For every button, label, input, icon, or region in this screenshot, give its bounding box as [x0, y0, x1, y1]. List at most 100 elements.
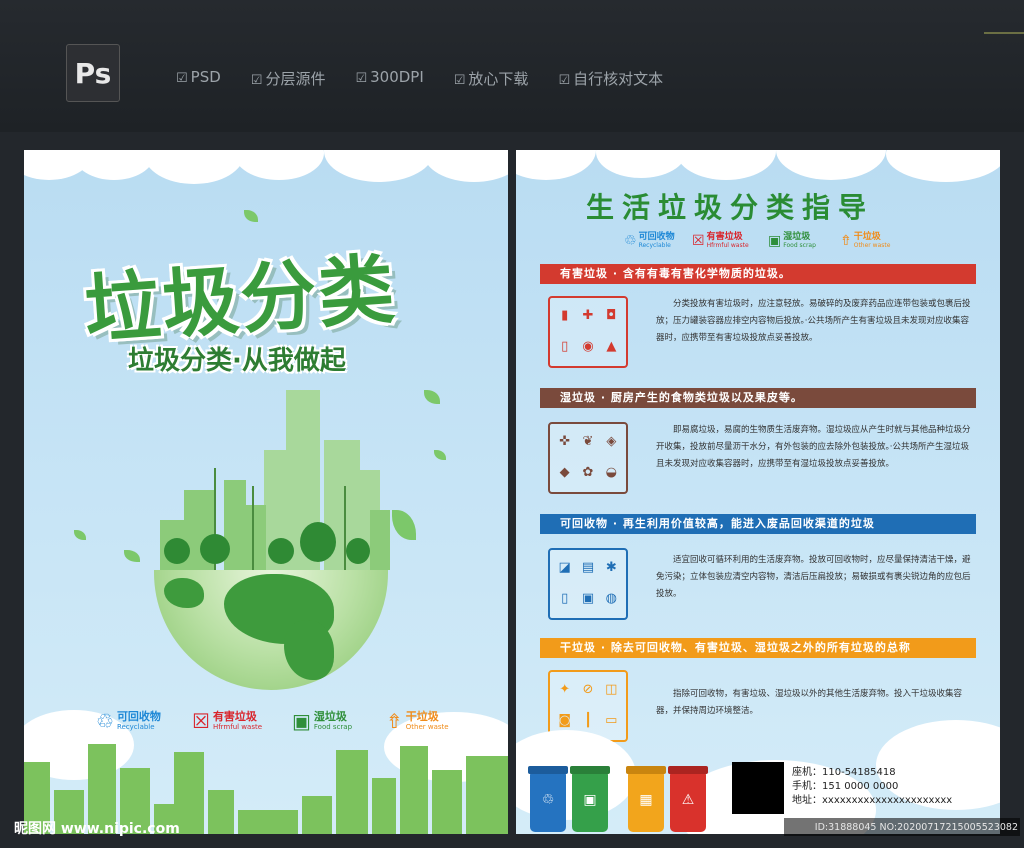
battery-icon: ▮: [561, 308, 569, 323]
recyclable-description: 适宜回收可循环利用的生活废弃物。投放可回收物时，应尽量保持清洁干燥，避免污染；立…: [656, 555, 971, 599]
wind-turbine-icon: [344, 486, 346, 570]
section-heading-dry: 干垃圾 · 除去可回收物、有害垃圾、湿垃圾之外的所有垃圾的总称: [540, 638, 976, 658]
wet-description: 即易腐垃圾，易腐的生物质生活废弃物。湿垃圾应从产生时就与其他品种垃圾分开收集，投…: [656, 425, 971, 469]
building: [370, 510, 390, 570]
spray-icon: ▲: [606, 339, 617, 354]
guide-title: 生活垃圾分类指导: [586, 191, 875, 224]
earth-globe: [154, 570, 388, 690]
wet-waste-bin: ▣: [570, 766, 610, 832]
recyclable-icons: ◪ ▤ ✱ ▯ ▣ ◍: [548, 548, 628, 620]
checkbox-icon: ☑: [355, 71, 368, 86]
building: [238, 810, 298, 834]
feature-list: ☑ PSD ☑ 分层源件 ☑ 300DPI ☑ 放心下载 ☑ 自行核对文本: [176, 68, 663, 89]
leaf-icon: [74, 530, 86, 540]
cloud: [676, 150, 776, 180]
continent: [284, 620, 334, 680]
other-icon: ⇮: [840, 232, 852, 249]
cloud: [776, 150, 886, 180]
address: 地址：xxxxxxxxxxxxxxxxxxxxxx: [792, 795, 953, 806]
continent: [164, 578, 204, 608]
cloud: [424, 150, 508, 182]
cloud: [324, 150, 434, 182]
glass-icon: ▯: [561, 591, 569, 606]
feature-item: ☑ PSD: [176, 68, 221, 86]
meat-icon: ◆: [559, 465, 570, 480]
carton-icon: ▤: [581, 560, 595, 575]
checkbox-icon: ☑: [558, 73, 571, 88]
legend-wet: ▣ 湿垃圾 Food scrap: [768, 232, 816, 249]
building: [208, 790, 234, 834]
top-toolbar: Ps ☑ PSD ☑ 分层源件 ☑ 300DPI ☑ 放心下载 ☑ 自行核对文本: [0, 0, 1024, 132]
tree-icon: [268, 538, 294, 564]
leaf-icon: [124, 550, 140, 562]
checkbox-icon: ☑: [176, 71, 188, 86]
tree-icon: [200, 534, 230, 564]
recyclable-bin: ♲: [528, 766, 568, 832]
hazardous-bin: ⚠: [668, 766, 708, 832]
bowl-icon: ◒: [605, 465, 617, 480]
section-heading-wet: 湿垃圾 · 厨房产生的食物类垃圾以及果皮等。: [540, 388, 976, 408]
building: [302, 796, 332, 834]
leaf-icon: [392, 510, 416, 540]
cloud: [886, 150, 1000, 182]
leaf-icon: [424, 390, 440, 404]
hazard-icon: ☒: [692, 232, 705, 249]
shrimp-icon: ❦: [582, 434, 594, 449]
thermometer-icon: ▯: [561, 339, 569, 354]
legend-dry: ⇮ 干垃圾 Other waste: [840, 232, 891, 249]
hazard-icon: ☒: [192, 709, 210, 733]
section-heading-hazardous: 有害垃圾 · 含有有毒有害化学物质的垃圾。: [540, 264, 976, 284]
bone-icon: ✜: [559, 434, 571, 449]
bulb-icon: ◉: [582, 339, 594, 354]
wet-waste-icons: ✜ ❦ ◈ ◆ ✿ ◒: [548, 422, 628, 494]
plant-icon: ✿: [582, 465, 594, 480]
qr-code-placeholder: [732, 762, 784, 814]
tissue-icon: ◫: [605, 682, 618, 697]
food-icon: ▣: [583, 792, 597, 808]
watermark-id: ID:31888045 NO:20200717215005523082: [814, 822, 1018, 833]
other-icon: ⇮: [386, 709, 403, 733]
shirt-icon: ✦: [559, 682, 571, 697]
building: [432, 770, 462, 834]
clothes-icon: ◍: [605, 591, 617, 606]
legend-dry: ⇮ 干垃圾 Other waste: [386, 709, 449, 733]
cloud: [596, 150, 686, 178]
box-icon: ▣: [581, 591, 595, 606]
legend-hazardous: ☒ 有害垃圾 Hfrmful waste: [692, 232, 749, 249]
building: [246, 505, 266, 570]
tree-icon: [346, 538, 370, 564]
slogan: 垃圾分类·从我做起: [128, 346, 346, 376]
feature-item: ☑ 300DPI: [355, 68, 424, 86]
bottle-icon: ◪: [558, 560, 571, 575]
cloud: [234, 150, 324, 180]
leaf-icon: [244, 210, 258, 222]
hazardous-icons: ▮ ✚ ◘ ▯ ◉ ▲: [548, 296, 628, 368]
fish-icon: ◈: [606, 434, 617, 449]
legend-recyclable: ♲ 可回收物 Recyclable: [96, 709, 161, 733]
landline: 座机：110-54185418: [792, 767, 896, 778]
legend-hazardous: ☒ 有害垃圾 Hfrmful waste: [192, 709, 263, 733]
building: [466, 756, 508, 834]
corner-decoration: [984, 32, 1024, 34]
leaf-icon: [434, 450, 446, 460]
wind-turbine-icon: [252, 486, 254, 570]
tree-icon: [300, 522, 336, 562]
dry-waste-bin: ▦: [626, 766, 666, 832]
food-icon: ▣: [292, 709, 311, 733]
legend-wet: ▣ 湿垃圾 Food scrap: [292, 709, 353, 733]
hazardous-description: 分类投放有害垃圾时，应注意轻放。易破碎的及废弃药品应连带包装或包裹后投放；压力罐…: [656, 299, 971, 343]
feature-item: ☑ 放心下载: [453, 70, 529, 88]
photoshop-logo-icon: Ps: [66, 44, 120, 102]
cloud: [74, 150, 154, 180]
ceramic-icon: ▭: [605, 713, 618, 728]
paint-icon: ◘: [606, 308, 617, 323]
cigarette-icon: ⊘: [582, 682, 594, 697]
medicine-icon: ✚: [582, 308, 594, 323]
feature-item: ☑ 自行核对文本: [558, 70, 664, 88]
other-icon: ▦: [639, 792, 653, 808]
watermark-site: 昵图网 www.nipic.com: [14, 821, 180, 837]
cloud: [516, 150, 596, 180]
building: [336, 750, 368, 834]
food-icon: ▣: [768, 232, 782, 249]
legend-recyclable: ♲ 可回收物 Recyclable: [624, 232, 675, 249]
